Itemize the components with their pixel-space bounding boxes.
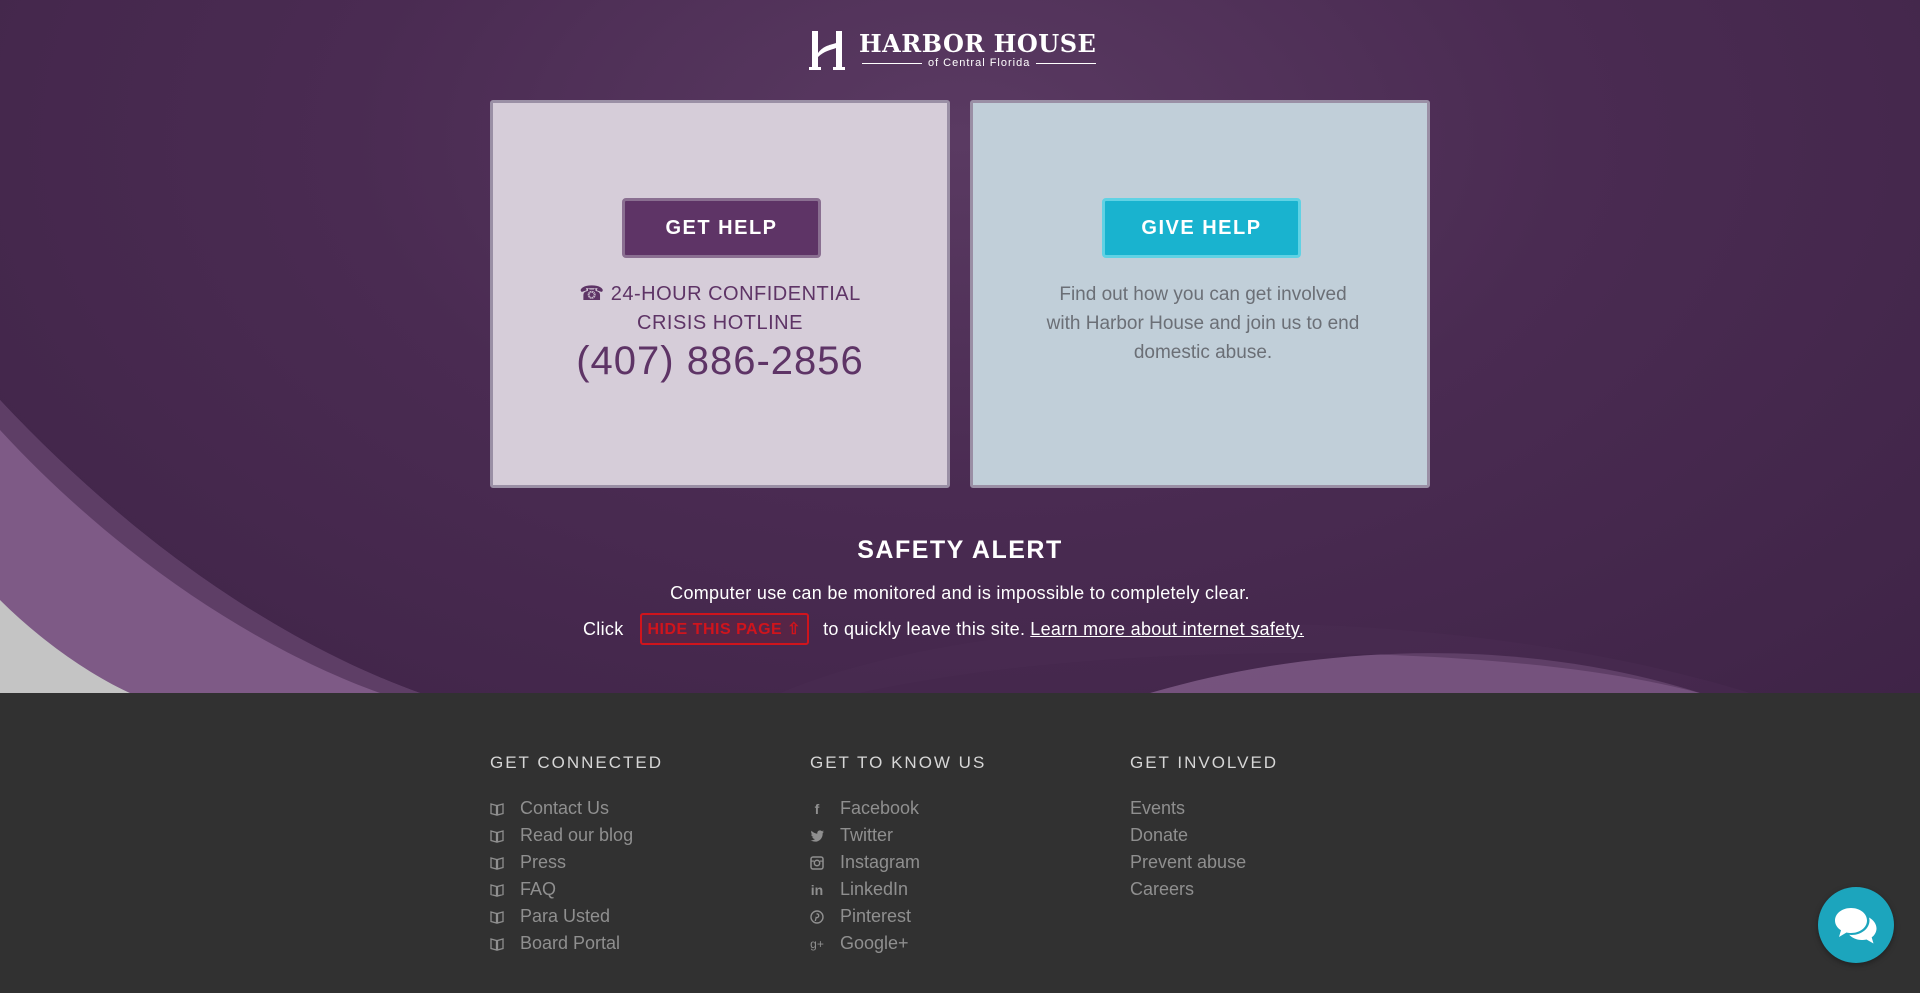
safety-click-text: Click (583, 618, 624, 639)
safety-after-text: to quickly leave this site. (823, 618, 1026, 639)
google-plus-icon: g+ (810, 936, 824, 951)
footer-link-label: Press (520, 852, 567, 872)
footer-link-contact-us[interactable]: Contact Us (490, 795, 663, 822)
footer-link-faq[interactable]: FAQ (490, 876, 663, 903)
divider (861, 62, 922, 64)
footer: GET CONNECTED Contact Us Read our blog P… (0, 693, 1920, 993)
book-icon (490, 910, 504, 924)
footer-link-facebook[interactable]: f Facebook (810, 795, 986, 822)
footer-link-twitter[interactable]: Twitter (810, 822, 986, 849)
footer-link-events[interactable]: Events (1130, 795, 1278, 822)
linkedin-icon: in (810, 881, 824, 898)
divider (1036, 62, 1097, 64)
book-icon (490, 829, 504, 843)
hotline-label-line1: ☎ 24-HOUR CONFIDENTIAL (579, 283, 861, 305)
book-icon (490, 856, 504, 870)
get-help-button[interactable]: GET HELP (622, 198, 821, 258)
book-icon (490, 802, 504, 816)
footer-link-label: Careers (1130, 879, 1195, 899)
footer-link-prevent-abuse[interactable]: Prevent abuse (1130, 849, 1278, 876)
give-help-card: GIVE HELP Find out how you can get invol… (970, 100, 1430, 488)
footer-link-label: Google+ (840, 933, 909, 953)
hotline-label: ☎ 24-HOUR CONFIDENTIAL CRISIS HOTLINE (493, 280, 947, 338)
instagram-icon (810, 855, 824, 870)
give-help-description: Find out how you can get involved with H… (1046, 284, 1360, 363)
hero-section: HARBOR HOUSE of Central Florida GET HELP… (0, 0, 1920, 693)
chat-button[interactable] (1818, 887, 1894, 963)
footer-link-label: Pinterest (840, 906, 912, 926)
safety-alert-message: Computer use can be monitored and is imp… (670, 583, 1250, 603)
logo-h-icon (809, 31, 845, 70)
footer-column-get-to-know-us: GET TO KNOW US f Facebook Twitter Instagr… (810, 753, 986, 957)
give-help-button[interactable]: GIVE HELP (1102, 198, 1301, 258)
get-help-card: GET HELP ☎ 24-HOUR CONFIDENTIAL CRISIS H… (490, 100, 950, 488)
footer-link-label: Prevent abuse (1130, 852, 1247, 872)
footer-column-get-involved: GET INVOLVED Events Donate Prevent abuse… (1130, 753, 1278, 903)
footer-link-label: Facebook (840, 798, 920, 818)
logo-subtitle-row: of Central Florida (861, 56, 1097, 70)
book-icon (490, 883, 504, 897)
footer-link-google-plus[interactable]: g+ Google+ (810, 930, 986, 957)
footer-link-instagram[interactable]: Instagram (810, 849, 986, 876)
facebook-icon: f (814, 800, 820, 817)
footer-link-label: Contact Us (520, 798, 610, 818)
footer-link-label: Twitter (840, 825, 894, 845)
footer-link-board-portal[interactable]: Board Portal (490, 930, 663, 957)
footer-link-label: Para Usted (520, 906, 611, 926)
internet-safety-link[interactable]: Learn more about internet safety. (1030, 619, 1304, 640)
chat-icon (1835, 908, 1877, 944)
footer-link-press[interactable]: Press (490, 849, 663, 876)
footer-link-label: Board Portal (520, 933, 621, 953)
footer-column-title: GET CONNECTED (490, 753, 664, 772)
footer-link-para-usted[interactable]: Para Usted (490, 903, 663, 930)
hotline-phone-number[interactable]: (407) 886-2856 (493, 339, 947, 384)
footer-link-label: Donate (1130, 825, 1189, 845)
footer-column-title: GET INVOLVED (1130, 753, 1279, 772)
footer-link-donate[interactable]: Donate (1130, 822, 1278, 849)
hotline-label-line2: CRISIS HOTLINE (637, 312, 803, 334)
logo-title: HARBOR HOUSE (859, 28, 1097, 58)
harbor-house-logo[interactable]: HARBOR HOUSE of Central Florida (809, 28, 1097, 72)
footer-column-get-connected: GET CONNECTED Contact Us Read our blog P… (490, 753, 663, 957)
twitter-icon (810, 829, 824, 842)
hide-this-page-button[interactable]: HIDE THIS PAGE ⇧ (639, 613, 810, 645)
footer-link-label: Instagram (840, 852, 921, 872)
footer-link-label: Events (1130, 798, 1186, 818)
footer-link-label: Read our blog (520, 825, 634, 845)
footer-link-pinterest[interactable]: Pinterest (810, 903, 986, 930)
safety-alert-title: SAFETY ALERT (857, 536, 1063, 564)
pinterest-icon (810, 909, 824, 924)
footer-column-title: GET TO KNOW US (810, 753, 987, 772)
footer-link-blog[interactable]: Read our blog (490, 822, 663, 849)
safety-alert-instructions: Click HIDE THIS PAGE ⇧ to quickly leave … (583, 611, 1304, 647)
footer-link-label: FAQ (520, 879, 557, 899)
logo-subtitle: of Central Florida (927, 56, 1031, 69)
book-icon (490, 937, 504, 951)
footer-link-label: LinkedIn (840, 879, 909, 899)
footer-link-careers[interactable]: Careers (1130, 876, 1278, 903)
footer-link-linkedin[interactable]: in LinkedIn (810, 876, 986, 903)
